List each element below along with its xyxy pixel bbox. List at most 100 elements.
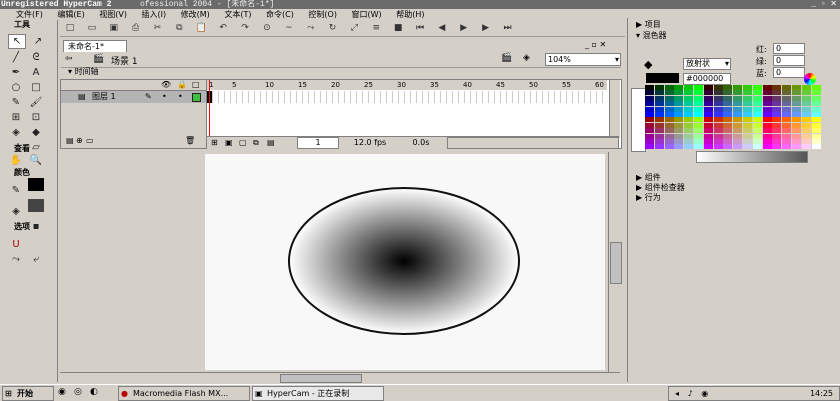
end-icon[interactable]: ⏭ <box>502 22 514 34</box>
frames-row[interactable] <box>207 91 607 103</box>
palette-swatch[interactable] <box>762 106 772 112</box>
palette-swatch[interactable] <box>792 117 801 123</box>
palette-swatch[interactable] <box>782 112 792 117</box>
palette-swatch[interactable] <box>684 144 694 150</box>
edit-multiple-icon[interactable]: ⧉ <box>253 137 259 149</box>
palette-swatch[interactable] <box>752 106 762 112</box>
palette-swatch[interactable] <box>664 133 674 139</box>
palette-swatch[interactable] <box>743 133 752 139</box>
palette-swatch[interactable] <box>743 95 752 101</box>
palette-swatch[interactable] <box>684 101 694 107</box>
palette-swatch[interactable] <box>762 117 772 123</box>
palette-swatch[interactable] <box>684 112 694 117</box>
rewind-icon[interactable]: ⏮ <box>414 22 426 34</box>
palette-swatch[interactable] <box>713 133 723 139</box>
add-guide-icon[interactable]: ⊕ <box>76 136 83 145</box>
palette-swatch[interactable] <box>733 95 743 101</box>
palette-swatch[interactable] <box>801 95 811 101</box>
window-controls[interactable]: _ ▫ ✕ <box>811 0 837 9</box>
zoom-select[interactable]: 104% ▾ <box>545 53 621 66</box>
palette-swatch[interactable] <box>782 139 792 144</box>
palette-swatch[interactable] <box>801 106 811 112</box>
palette-swatch[interactable] <box>674 101 684 107</box>
palette-swatch[interactable] <box>654 112 664 117</box>
palette-swatch[interactable] <box>684 122 694 128</box>
palette-swatch[interactable] <box>811 144 821 150</box>
palette-swatch[interactable] <box>733 101 743 107</box>
straighten-option-icon[interactable]: ⤶ <box>28 253 44 266</box>
palette-swatch[interactable] <box>674 85 684 90</box>
palette-swatch[interactable] <box>723 85 733 90</box>
timeline-vscroll[interactable] <box>609 80 620 138</box>
palette-swatch[interactable] <box>694 101 703 107</box>
tray-icon[interactable]: ♪ <box>688 389 693 398</box>
palette-swatch[interactable] <box>752 85 762 90</box>
palette-swatch[interactable] <box>743 106 752 112</box>
palette-swatch[interactable] <box>694 117 703 123</box>
palette-swatch[interactable] <box>772 85 782 90</box>
palette-swatch[interactable] <box>664 144 674 150</box>
palette-swatch[interactable] <box>703 112 713 117</box>
palette-swatch[interactable] <box>664 85 674 90</box>
color-palette[interactable] <box>645 85 823 151</box>
palette-swatch[interactable] <box>752 128 762 134</box>
palette-swatch[interactable] <box>792 85 801 90</box>
palette-swatch[interactable] <box>782 95 792 101</box>
palette-swatch[interactable] <box>733 144 743 150</box>
red-input[interactable]: 0 <box>773 43 805 54</box>
palette-swatch[interactable] <box>703 85 713 90</box>
save-icon[interactable]: ▣ <box>108 22 120 34</box>
palette-swatch[interactable] <box>694 128 703 134</box>
palette-swatch[interactable] <box>654 144 664 150</box>
palette-swatch[interactable] <box>664 122 674 128</box>
palette-swatch[interactable] <box>811 101 821 107</box>
palette-swatch[interactable] <box>713 85 723 90</box>
palette-swatch[interactable] <box>772 106 782 112</box>
text-tool-icon[interactable]: A <box>28 66 44 79</box>
palette-swatch[interactable] <box>703 133 713 139</box>
palette-swatch[interactable] <box>703 117 713 123</box>
task-flash[interactable]: ● Macromedia Flash MX... <box>118 386 250 401</box>
palette-swatch[interactable] <box>762 139 772 144</box>
palette-swatch[interactable] <box>703 90 713 96</box>
palette-swatch[interactable] <box>772 133 782 139</box>
palette-swatch[interactable] <box>674 133 684 139</box>
smooth-option-icon[interactable]: ⤳ <box>8 253 24 266</box>
hscroll-thumb[interactable] <box>280 374 362 383</box>
panel-items[interactable]: ▶ 项目 <box>636 19 661 30</box>
palette-swatch[interactable] <box>645 95 654 101</box>
palette-swatch[interactable] <box>645 106 654 112</box>
palette-swatch[interactable] <box>811 106 821 112</box>
palette-swatch[interactable] <box>733 139 743 144</box>
palette-swatch[interactable] <box>792 144 801 150</box>
stop-icon[interactable]: ■ <box>392 22 404 34</box>
palette-swatch[interactable] <box>664 117 674 123</box>
palette-swatch[interactable] <box>654 133 664 139</box>
document-window-controls[interactable]: _ ▫ ✕ <box>585 40 606 49</box>
palette-swatch[interactable] <box>811 85 821 90</box>
back-arrow-icon[interactable]: ⇦ <box>65 54 73 64</box>
palette-swatch[interactable] <box>762 101 772 107</box>
palette-swatch[interactable] <box>703 106 713 112</box>
palette-swatch[interactable] <box>654 85 664 90</box>
stage-hscroll[interactable] <box>60 372 620 383</box>
menu-view[interactable]: 视图(V) <box>99 10 127 19</box>
hand-tool-icon[interactable]: ✋ <box>8 154 24 167</box>
palette-swatch[interactable] <box>723 112 733 117</box>
palette-swatch[interactable] <box>713 122 723 128</box>
palette-swatch[interactable] <box>645 112 654 117</box>
menu-text[interactable]: 文本(T) <box>224 10 251 19</box>
palette-swatch[interactable] <box>654 101 664 107</box>
palette-swatch[interactable] <box>752 95 762 101</box>
palette-swatch[interactable] <box>654 117 664 123</box>
palette-swatch[interactable] <box>733 90 743 96</box>
palette-swatch[interactable] <box>684 106 694 112</box>
palette-swatch[interactable] <box>694 133 703 139</box>
palette-swatch[interactable] <box>752 122 762 128</box>
palette-swatch[interactable] <box>713 106 723 112</box>
arrow-tool-icon[interactable]: ↖ <box>8 34 26 49</box>
palette-swatch[interactable] <box>723 95 733 101</box>
palette-swatch[interactable] <box>654 95 664 101</box>
palette-swatch[interactable] <box>801 133 811 139</box>
fill-type-select[interactable]: 放射状 ▾ <box>683 58 731 70</box>
